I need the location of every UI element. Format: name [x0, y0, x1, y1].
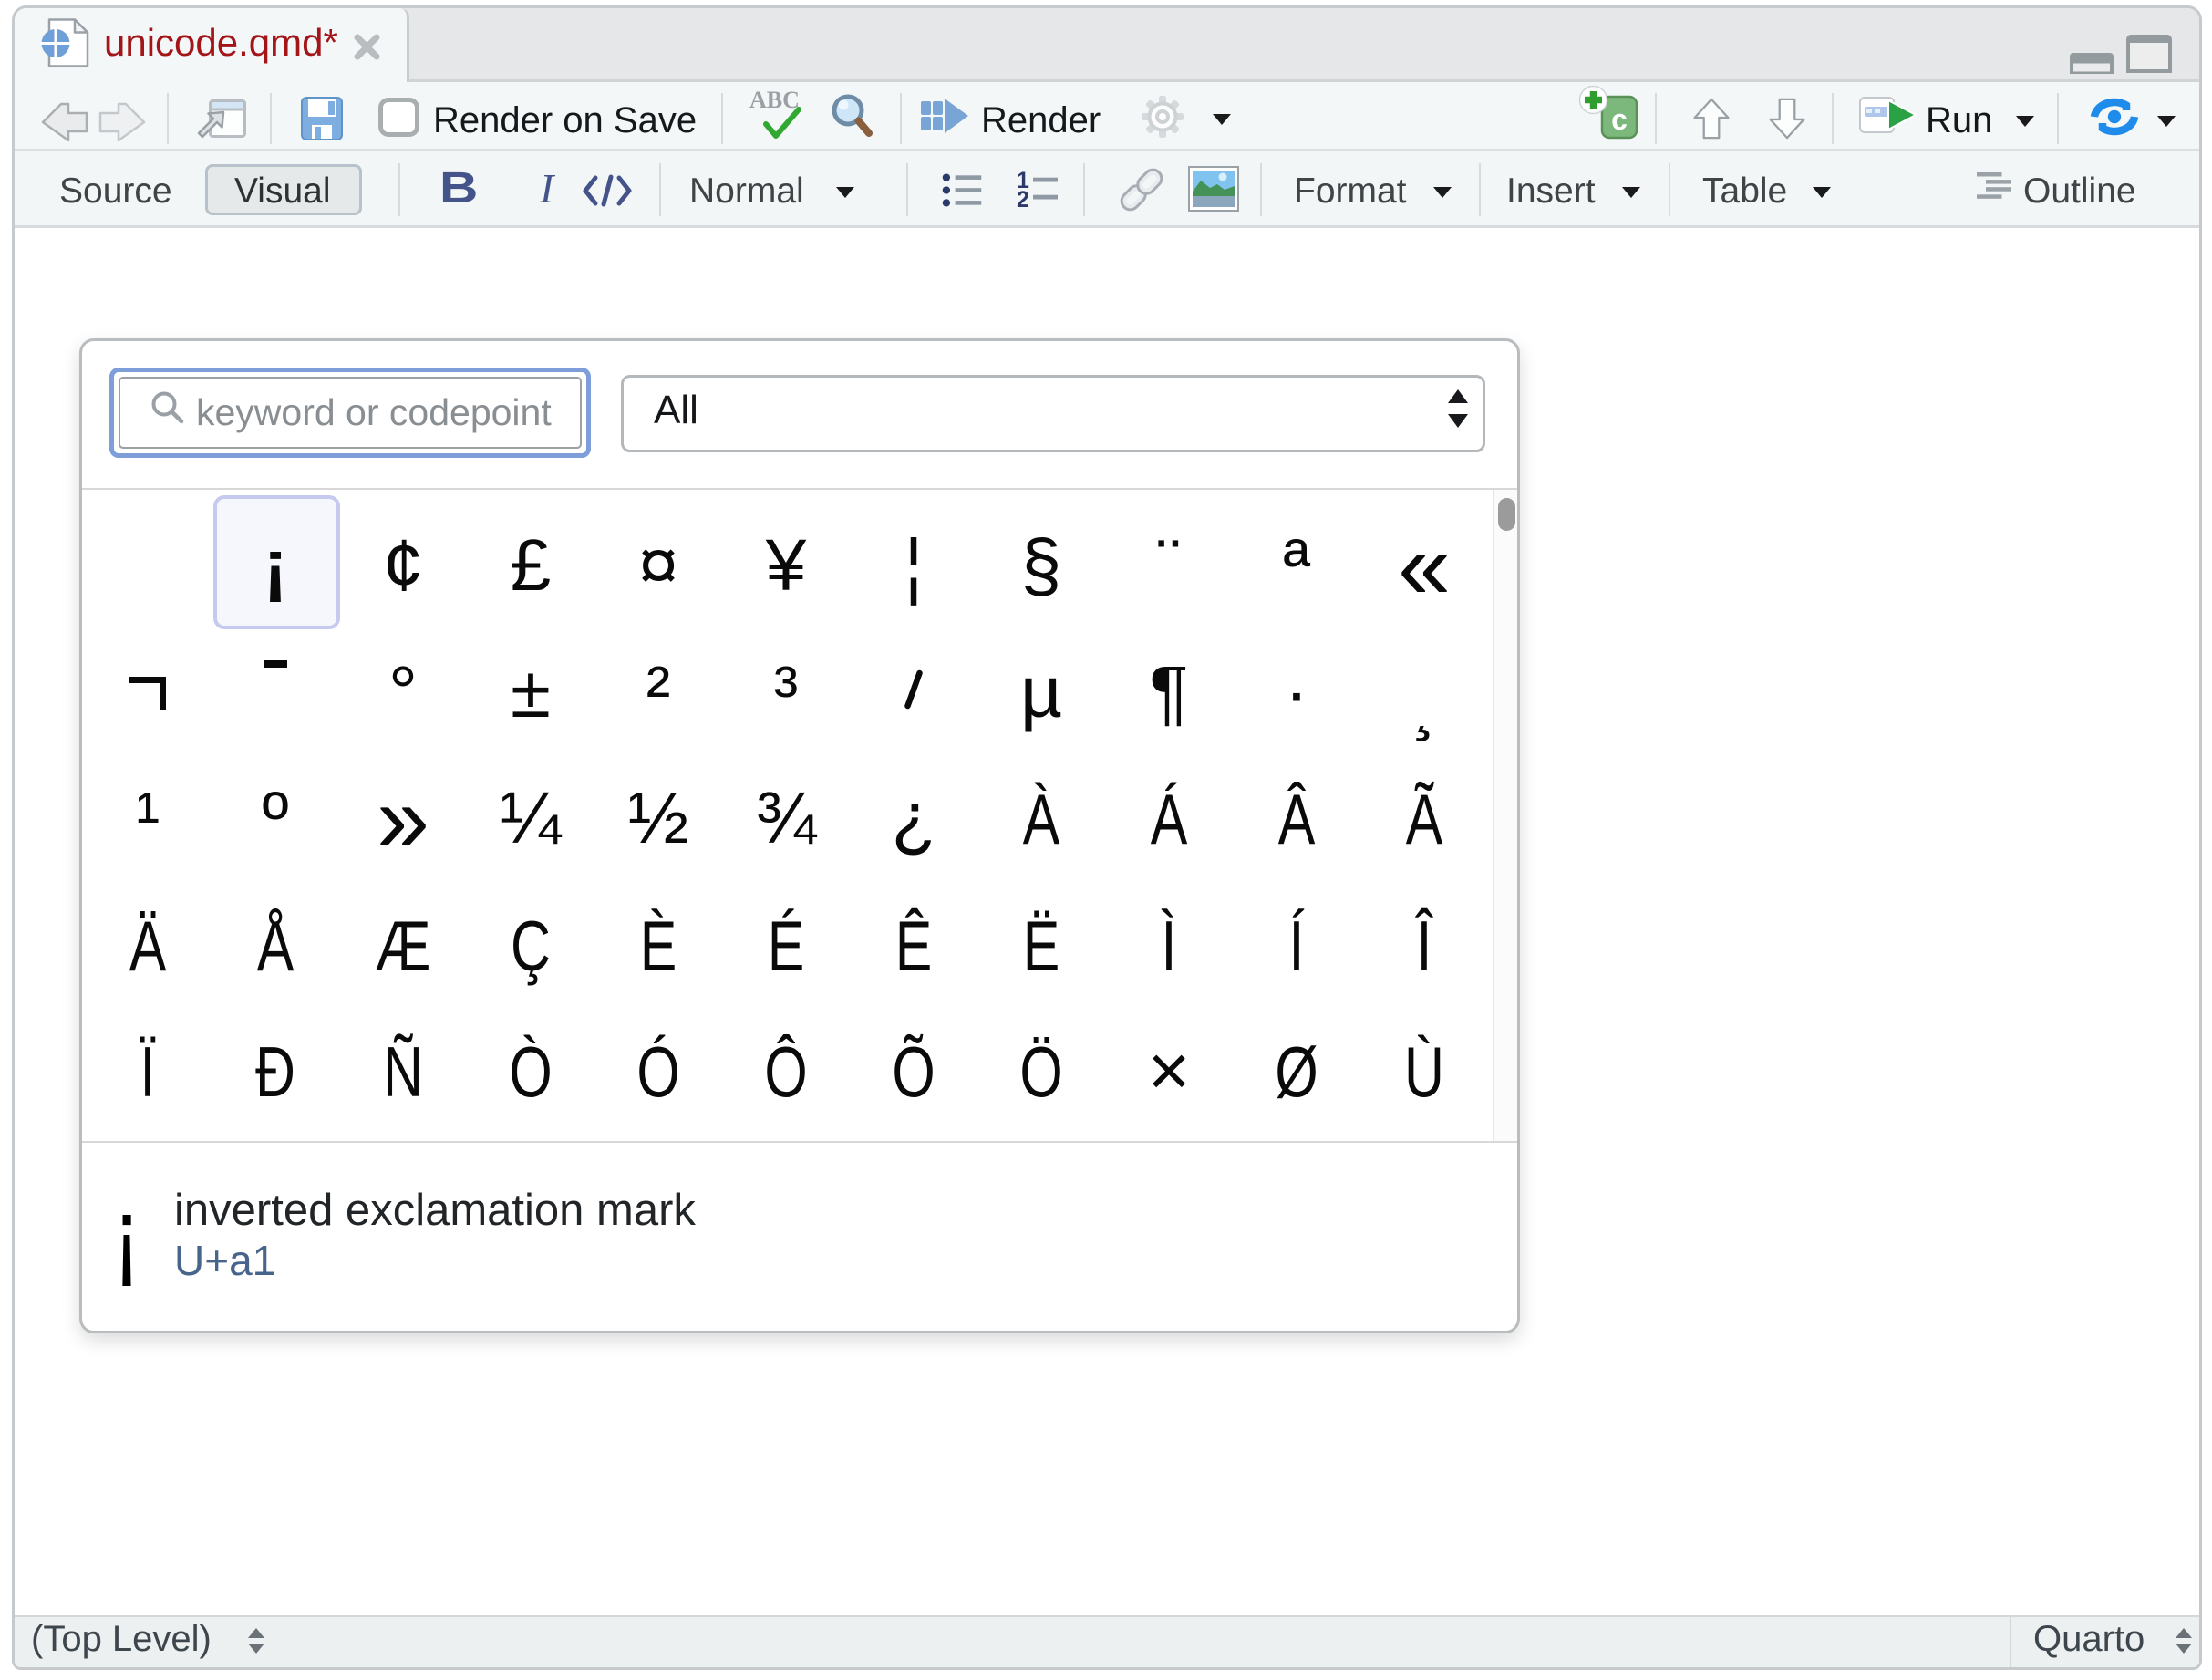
svg-text:2: 2	[1017, 187, 1029, 213]
svg-text:c: c	[1611, 103, 1628, 136]
